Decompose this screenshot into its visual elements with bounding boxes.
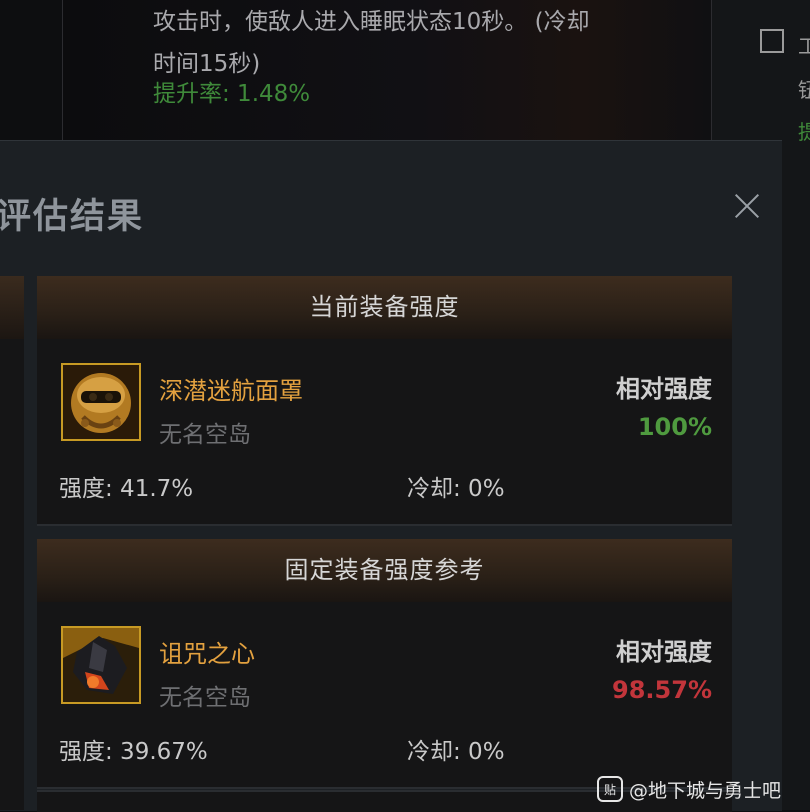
item-name: 诅咒之心 (159, 640, 255, 668)
current-equipment-card: 当前装备强度 深潜迷航面罩 无名空岛 相对强度 100% 强度: 41.7% 冷… (37, 276, 732, 524)
item-name: 深潜迷航面罩 (159, 377, 303, 405)
item-set-name: 无名空岛 (159, 422, 251, 448)
background-tooltip: 攻击时，使敌人进入睡眠状态10秒。 (冷却 时间15秒) 提升率: 1.48% (62, 0, 712, 142)
relative-strength-value: 100% (637, 413, 712, 441)
reference-equipment-card: 固定装备强度参考 诅咒之心 无名空岛 相对强度 98.57% 强度: 39.67… (37, 539, 732, 787)
dialog-title: 评估结果 (0, 197, 145, 237)
right-glyph-2: 钮 (798, 78, 810, 102)
item-set-name: 无名空岛 (159, 685, 251, 711)
tooltip-line-1: 攻击时，使敌人进入睡眠状态10秒。 (冷却 (153, 9, 590, 35)
right-glyph-1: 工 (798, 34, 810, 58)
close-icon[interactable] (733, 192, 761, 220)
relative-strength-label: 相对强度 (616, 375, 712, 403)
tooltip-rate: 提升率: 1.48% (153, 81, 311, 107)
checkbox[interactable] (760, 29, 784, 53)
watermark: 贴 @地下城与勇士吧 (597, 774, 781, 804)
mask-icon[interactable] (61, 363, 141, 441)
right-glyph-3: 提 (798, 120, 810, 144)
strength-stat: 强度: 41.7% (59, 476, 194, 502)
dark-crystal-icon[interactable] (61, 626, 141, 704)
card-header: 当前装备强度 (37, 276, 732, 339)
cooldown-stat: 冷却: 0% (407, 476, 505, 502)
strength-stat: 强度: 39.67% (59, 739, 208, 765)
tieba-logo-icon: 贴 (597, 776, 623, 802)
left-panel (0, 276, 24, 810)
card-header: 固定装备强度参考 (37, 539, 732, 602)
watermark-text: @地下城与勇士吧 (629, 779, 782, 802)
relative-strength-label: 相对强度 (616, 638, 712, 666)
left-panel-header (0, 276, 24, 339)
relative-strength-value: 98.57% (612, 676, 712, 704)
cooldown-stat: 冷却: 0% (407, 739, 505, 765)
